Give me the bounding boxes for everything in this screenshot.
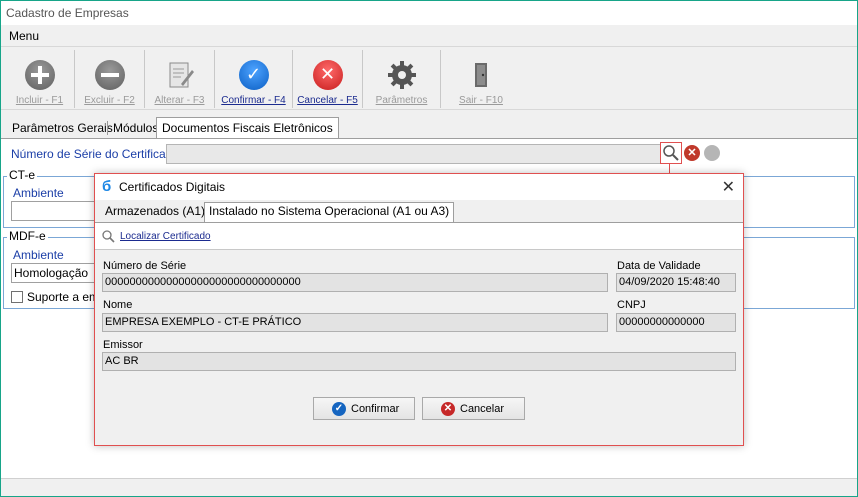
tab-documentos-fiscais[interactable]: Documentos Fiscais Eletrônicos: [156, 117, 339, 139]
mdfe-ambiente-select[interactable]: Homologação: [11, 263, 101, 283]
refresh-icon[interactable]: [704, 145, 720, 161]
status-bar: [1, 478, 857, 496]
menu-item[interactable]: Menu: [9, 29, 39, 43]
alterar-button[interactable]: Alterar - F3: [145, 50, 215, 108]
cnpj-label: CNPJ: [617, 299, 646, 311]
cancelar-label: Cancelar - F5: [297, 95, 358, 106]
app-logo-icon: б: [102, 178, 112, 195]
cnpj-field: 00000000000000: [616, 313, 736, 332]
emissor-label: Emissor: [103, 339, 143, 351]
validade-label: Data de Validade: [617, 260, 701, 272]
cancelar-button[interactable]: ✕ Cancelar - F5: [293, 50, 363, 108]
alterar-label: Alterar - F3: [154, 95, 205, 106]
nome-field: EMPRESA EXEMPLO - CT-E PRÁTICO: [102, 313, 608, 332]
magnifier-icon: [663, 145, 679, 161]
validade-field: 04/09/2020 15:48:40: [616, 273, 736, 292]
menu-bar: Menu: [1, 25, 857, 45]
edit-document-icon: [165, 60, 195, 90]
title-bar: Cadastro de Empresas: [1, 1, 857, 25]
dialog-title: Certificados Digitais: [119, 180, 226, 194]
cte-group-title: CT-e: [7, 168, 38, 182]
tab-armazenados[interactable]: Armazenados (A1): [101, 203, 209, 222]
serie-label: Número de Série do Certificado: [11, 147, 180, 161]
cte-ambiente-label: Ambiente: [13, 186, 64, 200]
plus-icon: [24, 60, 55, 90]
dialog-body: Localizar Certificado Número de Série 00…: [95, 222, 743, 445]
magnifier-icon: [102, 230, 115, 243]
tab-instalado[interactable]: Instalado no Sistema Operacional (A1 ou …: [204, 202, 455, 223]
excluir-button[interactable]: Excluir - F2: [75, 50, 145, 108]
confirmar-button[interactable]: ✓ Confirmar - F4: [215, 50, 293, 108]
parametros-label: Parâmetros: [375, 95, 428, 106]
dialog-confirmar-button[interactable]: ✓ Confirmar: [313, 397, 415, 420]
mdfe-group-title: MDF-e: [7, 229, 48, 243]
close-icon[interactable]: ✕: [722, 177, 735, 197]
emissor-field: AC BR: [102, 352, 736, 371]
dialog-cancelar-label: Cancelar: [460, 403, 505, 415]
numero-serie-field: 00000000000000000000000000000000: [102, 273, 608, 292]
window-title: Cadastro de Empresas: [6, 6, 129, 20]
dialog-confirmar-label: Confirmar: [351, 403, 400, 415]
nome-label: Nome: [103, 299, 133, 311]
cancel-icon: ✕: [312, 60, 343, 90]
clear-icon[interactable]: ✕: [684, 145, 700, 161]
checkmark-icon: ✓: [332, 402, 346, 416]
search-certificate-button[interactable]: [660, 142, 682, 164]
dialog-title-bar: б Certificados Digitais ✕: [95, 174, 743, 200]
suporte-checkbox[interactable]: [11, 291, 23, 303]
incluir-button[interactable]: Incluir - F1: [5, 50, 75, 108]
sair-button[interactable]: Sair - F10: [441, 50, 521, 108]
confirmar-label: Confirmar - F4: [221, 95, 286, 106]
cancel-icon: ✕: [441, 402, 455, 416]
gear-icon: [387, 60, 417, 90]
sair-label: Sair - F10: [459, 95, 503, 106]
parametros-button[interactable]: Parâmetros: [363, 50, 441, 108]
minus-icon: [94, 60, 125, 90]
incluir-label: Incluir - F1: [15, 95, 64, 106]
checkmark-icon: ✓: [238, 60, 269, 90]
excluir-label: Excluir - F2: [84, 95, 135, 106]
localizar-certificado-link[interactable]: Localizar Certificado: [120, 231, 211, 242]
dialog-cancelar-button[interactable]: ✕ Cancelar: [422, 397, 525, 420]
tab-parametros-gerais[interactable]: Parâmetros Gerais: [6, 117, 119, 139]
certificados-dialog: б Certificados Digitais ✕ Armazenados (A…: [94, 173, 744, 446]
numero-serie-label: Número de Série: [103, 260, 187, 272]
cte-ambiente-select[interactable]: [11, 201, 101, 221]
localizar-toolbar: Localizar Certificado: [95, 223, 743, 250]
dialog-tabs: Armazenados (A1) Instalado no Sistema Op…: [95, 200, 743, 223]
mdfe-ambiente-label: Ambiente: [13, 248, 64, 262]
serie-input[interactable]: [166, 144, 661, 164]
toolbar: Incluir - F1 Excluir - F2 Alterar - F3 ✓…: [1, 46, 857, 110]
main-tabs: Parâmetros Gerais Módulos Documentos Fis…: [1, 117, 857, 139]
exit-door-icon: [466, 60, 496, 90]
